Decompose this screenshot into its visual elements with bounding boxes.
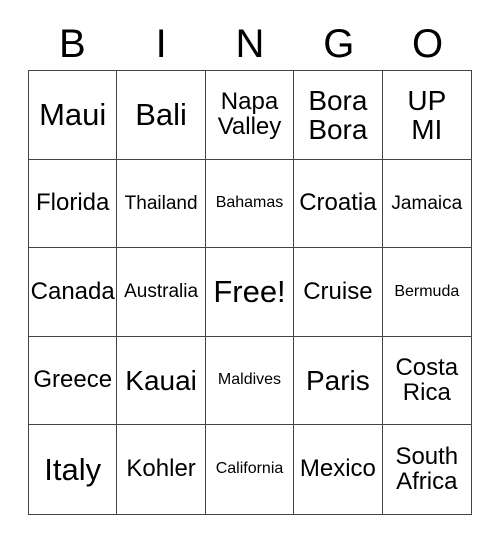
bingo-cell[interactable]: UP MI xyxy=(382,71,471,160)
bingo-cell[interactable]: Cruise xyxy=(294,248,383,337)
bingo-cell-label: Bora Bora xyxy=(308,84,368,145)
bingo-cell[interactable]: Greece xyxy=(29,336,118,426)
bingo-cell-label: Maldives xyxy=(217,371,282,389)
bingo-cell[interactable]: Florida xyxy=(29,159,118,249)
bingo-cell-label: Cruise xyxy=(303,277,373,305)
bingo-cell[interactable]: Bahamas xyxy=(205,159,295,249)
bingo-card: B I N G O Maui Bali Napa Valley Bora Bor… xyxy=(0,0,500,544)
bingo-cell-free[interactable]: Free! xyxy=(205,248,295,337)
bingo-cell-label: Bali xyxy=(135,96,187,132)
bingo-cell[interactable]: Kauai xyxy=(117,336,206,426)
bingo-cell[interactable]: Bora Bora xyxy=(294,71,383,160)
bingo-cell-label: Maui xyxy=(39,96,107,132)
bingo-cell-label: Free! xyxy=(213,273,286,309)
bingo-cell[interactable]: South Africa xyxy=(382,425,471,514)
header-letter-g: G xyxy=(323,22,355,66)
bingo-cell[interactable]: Italy xyxy=(29,425,118,514)
bingo-cell-label: Italy xyxy=(44,451,102,487)
bingo-cell-label: Canada xyxy=(30,277,115,305)
bingo-cell-label: Bermuda xyxy=(394,282,460,300)
bingo-cell[interactable]: Bermuda xyxy=(382,248,471,337)
bingo-cell-label: California xyxy=(215,460,284,478)
bingo-cell[interactable]: California xyxy=(205,425,295,514)
bingo-cell-label: Kauai xyxy=(125,365,197,397)
bingo-cell-label: Greece xyxy=(33,366,113,394)
bingo-cell[interactable]: Croatia xyxy=(294,159,383,249)
bingo-grid: Maui Bali Napa Valley Bora Bora UP MI Fl… xyxy=(28,70,472,515)
bingo-cell[interactable]: Maldives xyxy=(205,336,295,426)
bingo-cell-label: Australia xyxy=(124,281,199,303)
bingo-cell[interactable]: Canada xyxy=(29,248,118,337)
bingo-cell-label: Paris xyxy=(305,365,370,397)
bingo-cell[interactable]: Mexico xyxy=(294,425,383,514)
bingo-cell[interactable]: Kohler xyxy=(117,425,206,514)
bingo-cell[interactable]: Costa Rica xyxy=(382,336,471,426)
header-letter-o: O xyxy=(412,22,444,66)
bingo-cell[interactable]: Bali xyxy=(117,71,206,160)
bingo-cell-label: Kohler xyxy=(126,455,196,483)
bingo-header-row: B I N G O xyxy=(28,18,472,70)
bingo-cell-label: UP MI xyxy=(407,84,447,145)
bingo-cell-label: Croatia xyxy=(299,188,377,216)
bingo-cell[interactable]: Napa Valley xyxy=(205,71,295,160)
bingo-cell-label: Costa Rica xyxy=(395,353,459,406)
bingo-cell[interactable]: Australia xyxy=(117,248,206,337)
bingo-cell[interactable]: Paris xyxy=(294,336,383,426)
bingo-cell[interactable]: Maui xyxy=(29,71,118,160)
bingo-cell[interactable]: Thailand xyxy=(117,159,206,249)
bingo-cell[interactable]: Jamaica xyxy=(382,159,471,249)
bingo-cell-label: Mexico xyxy=(299,455,376,483)
bingo-cell-label: Napa Valley xyxy=(217,87,282,140)
header-letter-i: I xyxy=(155,22,167,66)
header-letter-n: N xyxy=(235,22,265,66)
bingo-cell-label: Thailand xyxy=(124,192,198,214)
bingo-cell-label: Jamaica xyxy=(391,192,463,214)
bingo-cell-label: Florida xyxy=(36,188,110,216)
bingo-cell-label: South Africa xyxy=(395,442,459,495)
bingo-cell-label: Bahamas xyxy=(215,194,284,212)
header-letter-b: B xyxy=(59,22,86,66)
